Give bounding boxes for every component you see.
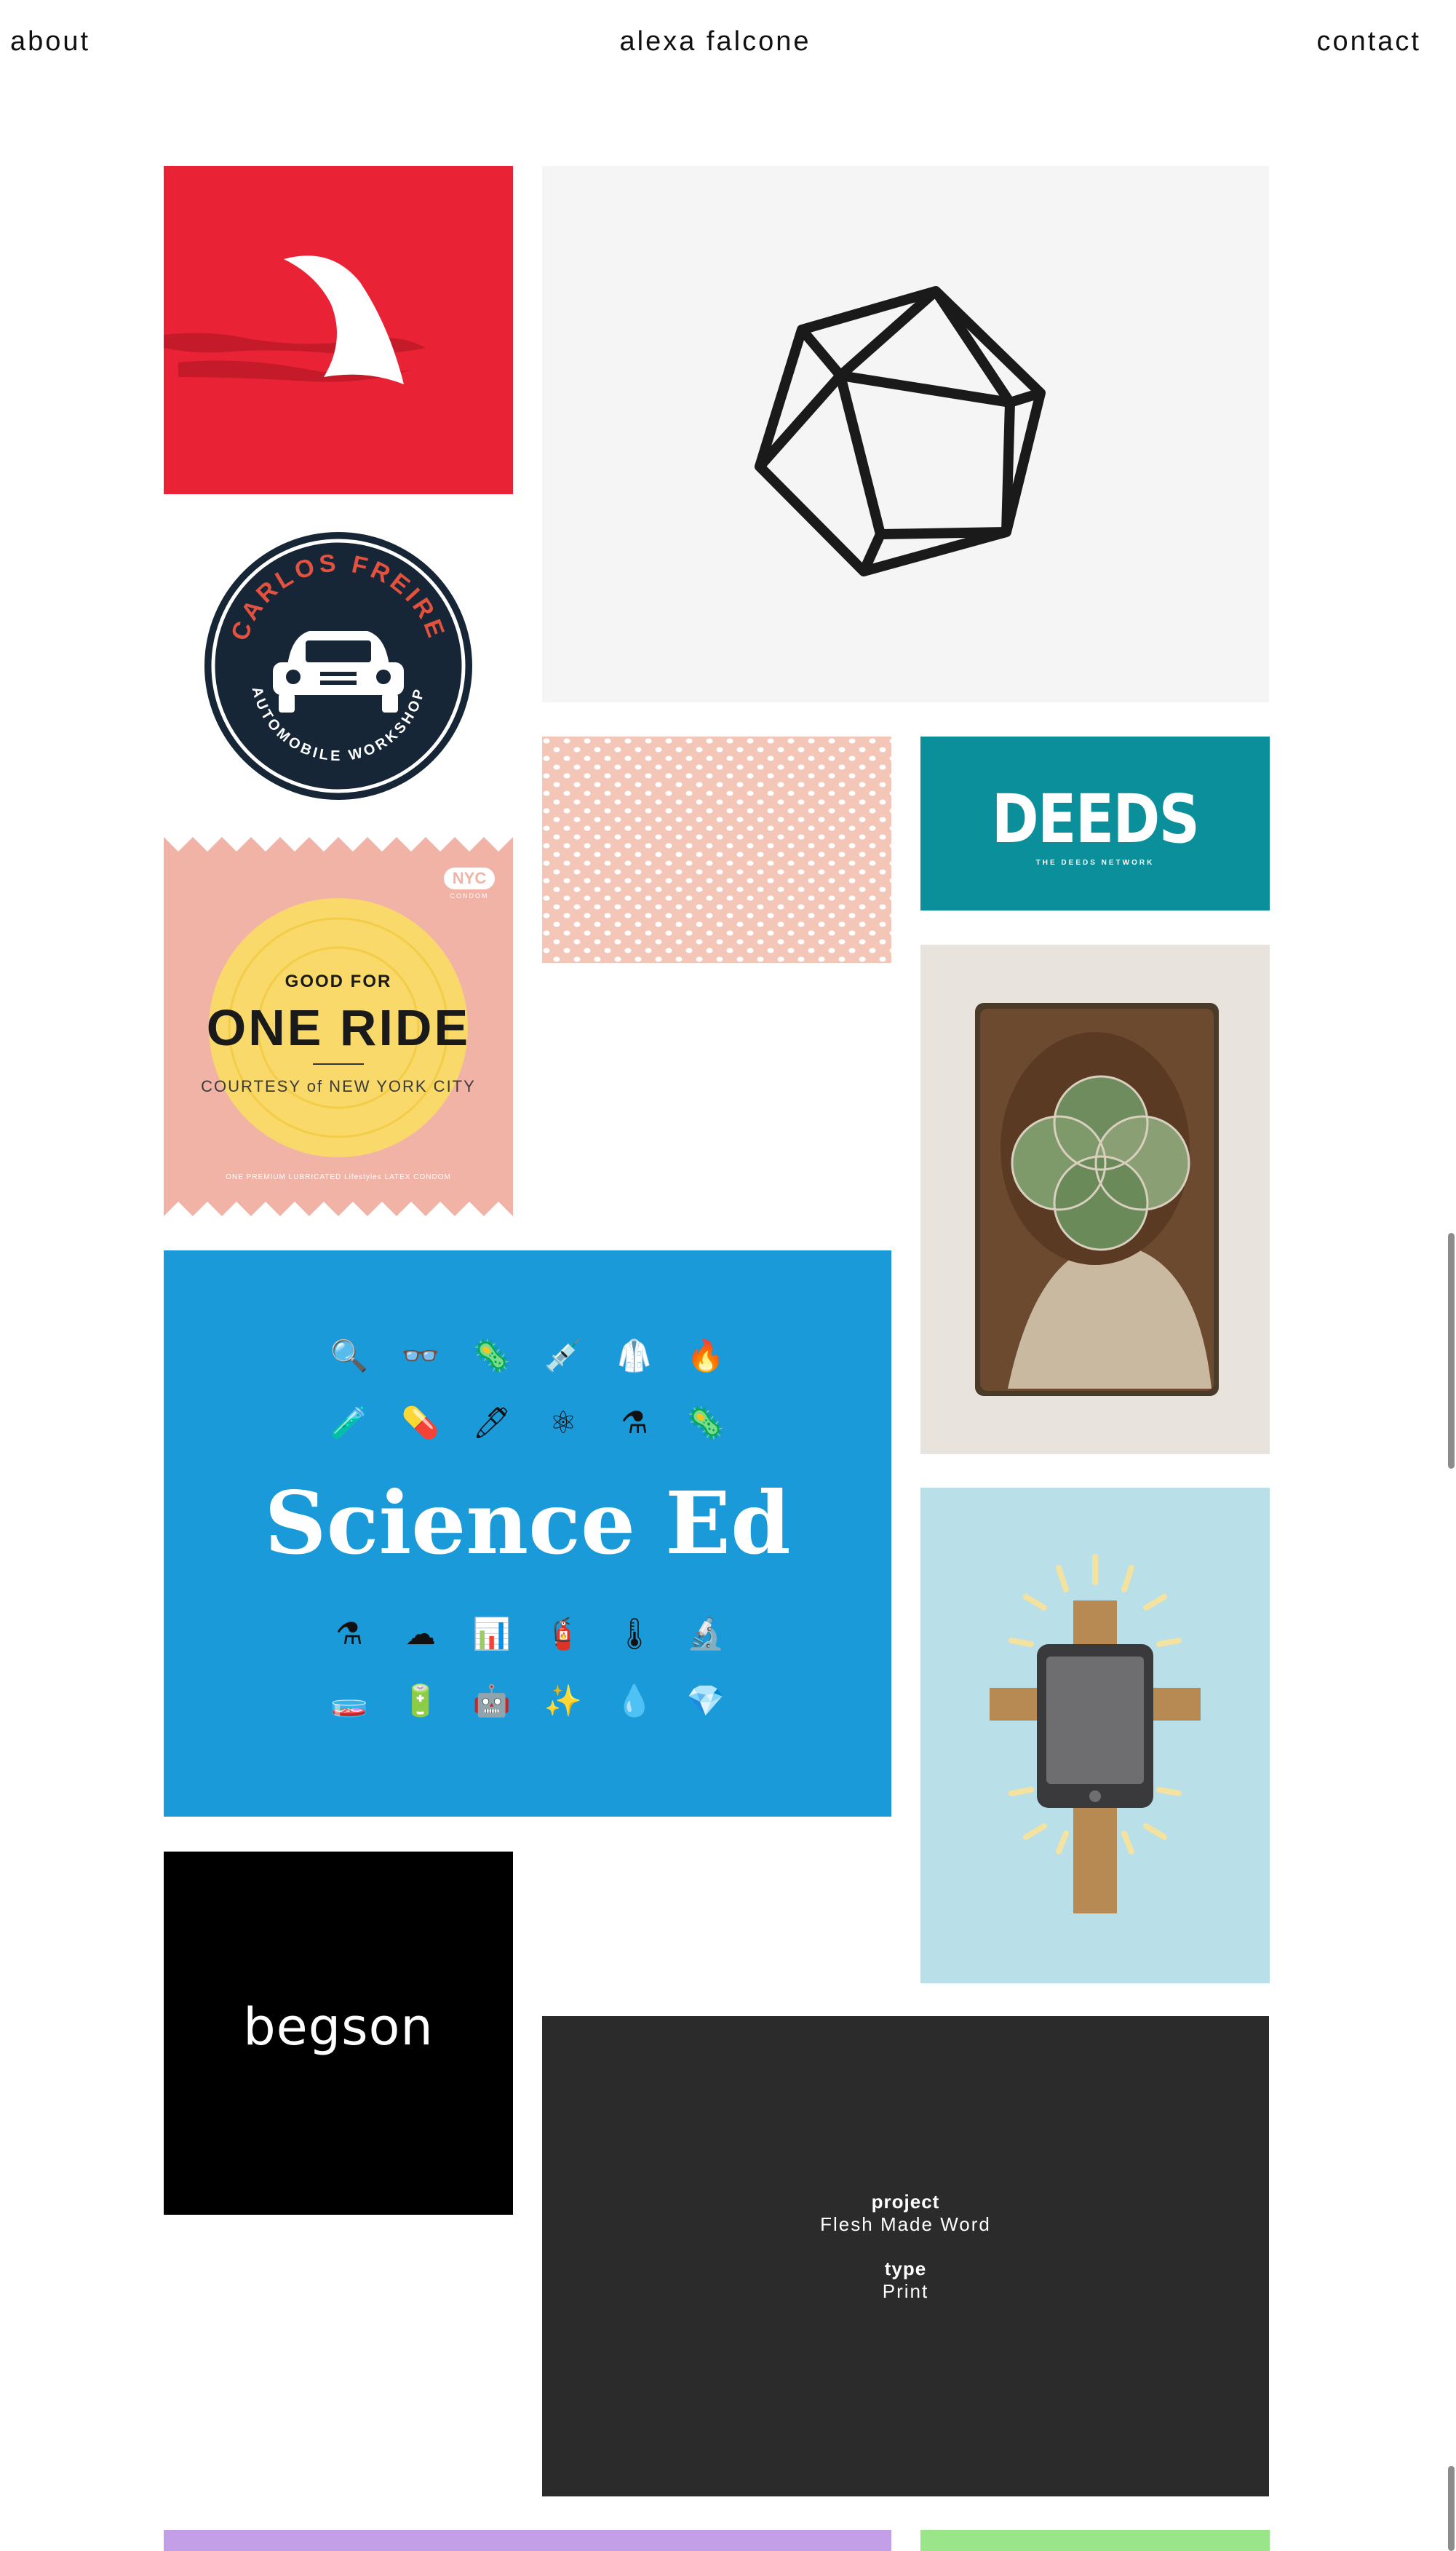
nyc-badge-sub: CONDOM	[450, 892, 489, 900]
portfolio-tile-polyhedron[interactable]	[542, 166, 1269, 702]
robot-icon: 🤖	[472, 1683, 512, 1718]
ride-footer: ONE PREMIUM LUBRICATED Lifestyles LATEX …	[226, 1173, 451, 1181]
ride-courtesy: COURTESY of NEW YORK CITY	[201, 1077, 476, 1095]
site-title[interactable]: alexa falcone	[0, 26, 1431, 57]
microscope-icon: 🔬	[686, 1616, 725, 1651]
portfolio-tile-dots-pattern[interactable]	[542, 737, 891, 963]
portfolio-tile-green[interactable]	[920, 2530, 1270, 2551]
portfolio-tile-purple[interactable]	[164, 2530, 891, 2551]
science-ed-title: Science Ed	[264, 1472, 791, 1574]
thermometer-icon: 🌡	[615, 1616, 654, 1651]
project-name: Flesh Made Word	[820, 2213, 991, 2235]
portfolio-tile-carlos-freire[interactable]: CARLOS FREIRE AUTOMOBILE WORKSHOP	[164, 528, 513, 804]
tablet-cross-icon	[990, 1554, 1201, 1913]
dot-pattern-icon	[542, 737, 891, 963]
science-icon-row: ⚗ ☁ 📊 🧯 🌡 🔬	[164, 1614, 891, 1654]
nav-contact-link[interactable]: contact	[1316, 26, 1421, 57]
microbe-icon: 🦠	[472, 1338, 512, 1373]
science-icon-row: 🧫 🔋 🤖 ✨ 💧 💎	[164, 1681, 891, 1721]
test-tube-icon: 🧪	[330, 1405, 369, 1440]
secondary-scrollbar-thumb[interactable]	[1448, 2466, 1455, 2551]
burner-icon: 🧯	[544, 1616, 583, 1651]
diamond-icon: 💎	[686, 1683, 725, 1718]
cell-icon: 🦠	[686, 1405, 725, 1440]
deeds-logo-text: DEEDS	[991, 780, 1200, 858]
test-tube-rack-icon: 📊	[472, 1616, 512, 1651]
flask-icon: ⚗	[621, 1405, 648, 1440]
cloud-icon: ☁	[405, 1616, 436, 1651]
syringe-icon: 🖊	[472, 1405, 512, 1440]
science-icon-row: 🧪 💊 🖊 ⚛ ⚗ 🦠	[164, 1403, 891, 1443]
page-scrollbar-thumb[interactable]	[1448, 1233, 1455, 1469]
ride-one-ride: ONE RIDE	[206, 999, 471, 1056]
deeds-subtitle: THE DEEDS NETWORK	[1035, 859, 1155, 867]
portfolio-tile-science-ed[interactable]: 🔍 👓 🦠 💉 🥼 🔥 🧪 💊 🖊 ⚛ ⚗ 🦠 Science Ed ⚗ ☁ 📊…	[164, 1250, 891, 1817]
portfolio-tile-flesh-made-word[interactable]: project Flesh Made Word type Print	[542, 2016, 1269, 2496]
portfolio-tile-shark[interactable]	[164, 166, 513, 494]
nyc-badge: NYC	[444, 868, 495, 889]
molecule-icon: ⚛	[549, 1405, 577, 1440]
begson-logo-text: begson	[243, 1997, 434, 2057]
beaker-stand-icon: ⚗	[335, 1616, 363, 1651]
science-icon-row: 🔍 👓 🦠 💉 🥼 🔥	[164, 1336, 891, 1376]
portfolio-tile-one-ride[interactable]: NYC CONDOM GOOD FOR ONE RIDE COURTESY of…	[164, 837, 513, 1216]
petri-dish-icon: 🧫	[330, 1683, 369, 1718]
portfolio-tile-begson[interactable]: begson	[164, 1852, 513, 2215]
type-value: Print	[882, 2280, 929, 2302]
portfolio-tile-tablet-cross[interactable]	[920, 1488, 1270, 1983]
portrait-collage-icon	[975, 1003, 1219, 1396]
lab-coat-icon: 🥼	[615, 1338, 654, 1373]
project-info-overlay: project Flesh Made Word type Print	[542, 2191, 1269, 2325]
portfolio-tile-deeds[interactable]: DEEDS THE DEEDS NETWORK	[920, 737, 1270, 910]
battery-icon: 🔋	[401, 1683, 440, 1718]
car-badge-icon: CARLOS FREIRE AUTOMOBILE WORKSHOP	[203, 531, 474, 801]
pipette-icon: 💉	[544, 1338, 583, 1373]
flame-icon: 🔥	[686, 1338, 725, 1373]
magnifier-icon: 🔍	[330, 1338, 369, 1373]
ride-good-for: GOOD FOR	[285, 972, 392, 991]
type-label: type	[884, 2258, 927, 2280]
portfolio-tile-portrait-collage[interactable]	[920, 945, 1270, 1454]
goggles-icon: 👓	[401, 1338, 440, 1373]
pill-icon: 💊	[401, 1405, 440, 1440]
shark-fin-icon	[164, 255, 426, 384]
polyhedron-icon	[755, 286, 1046, 576]
drops-icon: 💧	[615, 1683, 654, 1718]
project-label: project	[871, 2191, 940, 2213]
sparkle-icon: ✨	[544, 1683, 583, 1718]
